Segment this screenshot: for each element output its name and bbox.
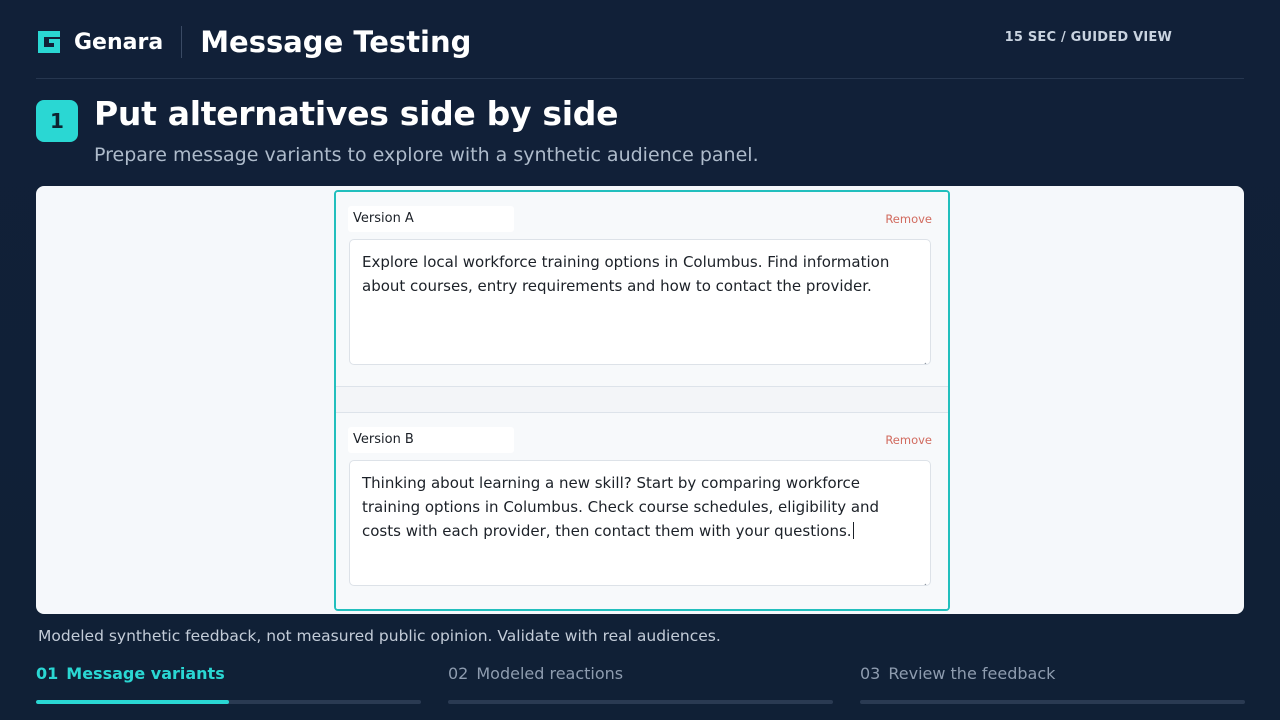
step-tab-number: 02: [448, 664, 469, 683]
variants-panel: Version A Remove Explore local workforce…: [36, 186, 1244, 614]
variant-card-a: Version A Remove Explore local workforce…: [336, 192, 948, 387]
app-title: Message Testing: [200, 25, 472, 59]
step-tab-number: 03: [860, 664, 881, 683]
remove-variant-a-button[interactable]: Remove: [885, 212, 932, 226]
brand-name: Genara: [74, 29, 164, 55]
variant-a-text: Explore local workforce training options…: [362, 253, 890, 295]
steps-nav: 01 Message variants 02 Modeled reactions 0…: [36, 664, 1245, 708]
resize-grip-icon[interactable]: [919, 574, 927, 585]
step-tab-text: Review the feedback: [888, 664, 1056, 683]
step-tab-label: 01 Message variants: [36, 664, 225, 683]
header-divider: [181, 26, 183, 58]
variant-card-b: Version B Remove Thinking about learning…: [336, 412, 948, 609]
app-page: Genara Message Testing 15 SEC / GUIDED V…: [0, 0, 1280, 720]
text-caret: [852, 522, 854, 539]
app-header: Genara Message Testing 15 SEC / GUIDED V…: [36, 22, 1244, 62]
step-progress-track: [860, 700, 1245, 704]
disclaimer-text: Modeled synthetic feedback, not measured…: [38, 627, 721, 645]
step-tab-number: 01: [36, 664, 59, 683]
step-title: Put alternatives side by side: [94, 94, 619, 133]
step-progress-fill: [36, 700, 229, 704]
step-tab-review-feedback[interactable]: 03 Review the feedback: [860, 664, 1245, 708]
step-progress-track: [36, 700, 421, 704]
guided-view-label: 15 SEC / GUIDED VIEW: [1004, 30, 1172, 45]
variant-b-textarea[interactable]: Thinking about learning a new skill? Sta…: [349, 460, 931, 586]
step-subtitle: Prepare message variants to explore with…: [94, 144, 759, 166]
header-rule: [36, 78, 1244, 79]
step-tab-message-variants[interactable]: 01 Message variants: [36, 664, 421, 708]
step-tab-text: Message variants: [66, 664, 225, 683]
variant-a-textarea[interactable]: Explore local workforce training options…: [349, 239, 931, 365]
variants-container: Version A Remove Explore local workforce…: [334, 190, 950, 611]
step-progress-track: [448, 700, 833, 704]
step-tab-label: 03 Review the feedback: [860, 664, 1055, 683]
step-tab-text: Modeled reactions: [476, 664, 624, 683]
variant-b-text: Thinking about learning a new skill? Sta…: [362, 474, 880, 540]
resize-grip-icon[interactable]: [919, 353, 927, 364]
step-tab-label: 02 Modeled reactions: [448, 664, 623, 683]
remove-variant-b-button[interactable]: Remove: [885, 433, 932, 447]
variant-name-input[interactable]: Version B: [348, 427, 514, 453]
genara-logo-icon: [36, 29, 62, 55]
step-number-badge: 1: [36, 100, 78, 142]
variant-name-input[interactable]: Version A: [348, 206, 514, 232]
step-tab-modeled-reactions[interactable]: 02 Modeled reactions: [448, 664, 833, 708]
